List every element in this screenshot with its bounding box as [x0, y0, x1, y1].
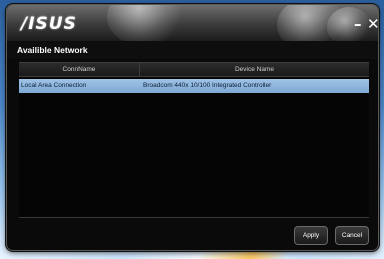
network-table: ConnName Device Name Local Area Connecti… [19, 62, 369, 218]
title-bar[interactable]: /ISUS – ✕ [7, 5, 378, 41]
column-header-device-name[interactable]: Device Name [140, 63, 369, 77]
cell-device-name: Broadcom 440x 10/100 Integrated Controll… [143, 82, 272, 89]
apply-button[interactable]: Apply [294, 226, 328, 245]
asus-logo: /ISUS [21, 14, 77, 34]
network-dialog: /ISUS – ✕ Availible Network ConnName Dev… [6, 4, 379, 251]
page-title: Availible Network [17, 45, 88, 55]
table-row[interactable]: Local Area Connection Broadcom 440x 10/1… [19, 79, 369, 93]
cancel-button[interactable]: Cancel [335, 226, 369, 245]
minimize-button[interactable]: – [354, 17, 362, 32]
table-header: ConnName Device Name [19, 62, 369, 77]
column-header-connname[interactable]: ConnName [19, 63, 140, 77]
close-button[interactable]: ✕ [367, 17, 378, 32]
titlebar-bubble-decoration [107, 5, 187, 41]
titlebar-bubble-decoration [327, 7, 371, 41]
cell-conn-name: Local Area Connection [21, 82, 87, 89]
